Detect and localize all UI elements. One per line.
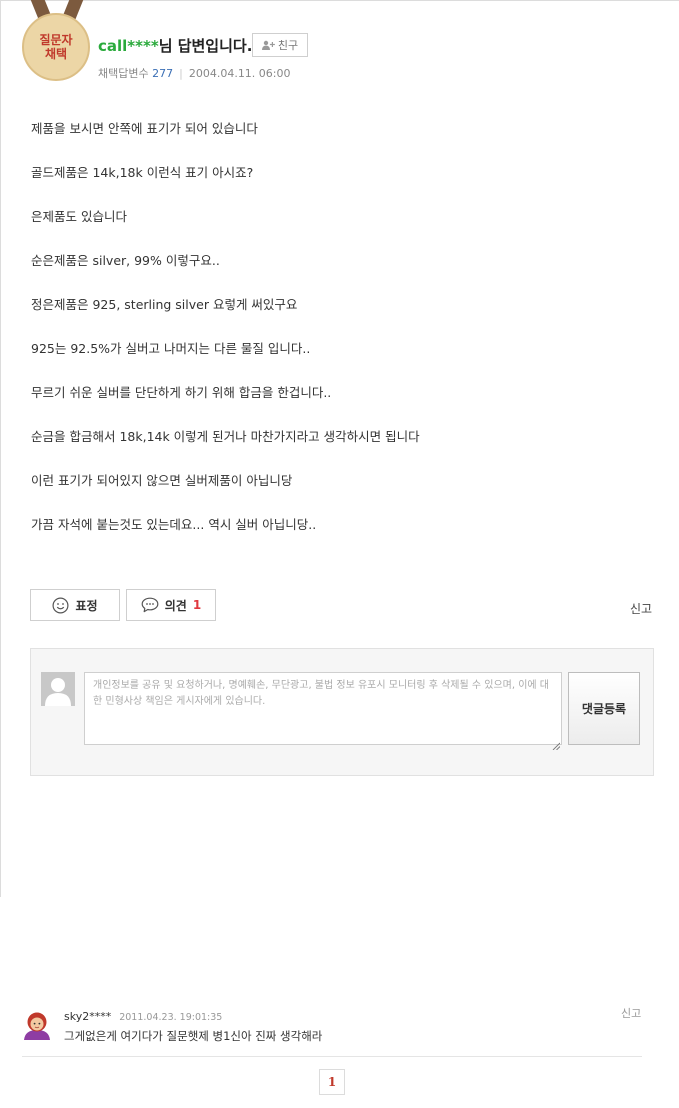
answer-meta: 채택답변수 277 | 2004.04.11. 06:00 [98, 65, 291, 81]
answer-paragraph: 제품을 보시면 안쪽에 표기가 되어 있습니다 [31, 121, 258, 136]
answer-paragraph: 925는 92.5%가 실버고 나머지는 다른 물질 입니다.. [31, 341, 311, 356]
answer-paragraph: 이런 표기가 되어있지 않으면 실버제품이 아닙니당 [31, 473, 293, 488]
report-link[interactable]: 신고 [630, 600, 652, 617]
badge-line1: 질문자 [39, 33, 73, 47]
reply-report-link[interactable]: 신고 [621, 1005, 641, 1021]
frame-left-border [0, 0, 1, 897]
meta-separator: | [179, 67, 183, 80]
comment-form: 개인정보를 공유 및 요청하거나, 명예훼손, 무단광고, 불법 정보 유포시 … [30, 648, 654, 776]
answer-paragraph: 가끔 자석에 붙는것도 있는데요... 역시 실버 아닙니당.. [31, 517, 317, 532]
expression-button[interactable]: 표정 [30, 589, 120, 621]
page-number-button[interactable]: 1 [319, 1069, 345, 1095]
reply-meta: sky2**** 2011.04.23. 19:01:35 [64, 1010, 222, 1023]
reply-divider [22, 1056, 642, 1057]
comment-submit-button[interactable]: 댓글등록 [568, 672, 640, 745]
answer-paragraph: 은제품도 있습니다 [31, 209, 127, 224]
answer-paragraph: 정은제품은 925, sterling silver 요렇게 써있구요 [31, 297, 298, 312]
answer-paragraph: 골드제품은 14k,18k 이런식 표기 아시죠? [31, 165, 254, 180]
opinion-count: 1 [192, 598, 202, 612]
speech-bubble-icon [141, 597, 159, 613]
answerer-id[interactable]: call**** [98, 37, 159, 55]
smiley-icon [52, 596, 69, 614]
answer-title: call****님 답변입니다. [98, 35, 252, 56]
badge-line2: 채택 [44, 47, 68, 61]
reply-time: 2011.04.23. 19:01:35 [119, 1012, 223, 1023]
frame-top-border [0, 0, 679, 1]
adopted-label: 채택답변수 [98, 67, 149, 80]
questioner-adopted-badge: 질문자 채택 [22, 13, 90, 81]
answer-paragraph: 순은제품은 silver, 99% 이렇구요.. [31, 253, 220, 268]
comment-input[interactable]: 개인정보를 공유 및 요청하거나, 명예훼손, 무단광고, 불법 정보 유포시 … [84, 672, 562, 745]
answer-date: 2004.04.11. 06:00 [188, 67, 291, 80]
adopted-count: 277 [152, 67, 174, 80]
answer-paragraph: 무르기 쉬운 실버를 단단하게 하기 위해 합금을 한겁니다.. [31, 385, 332, 400]
opinion-label: 의견 [164, 598, 187, 613]
opinion-button[interactable]: 의견 1 [126, 589, 216, 621]
add-friend-label: 친구 [277, 39, 299, 52]
default-avatar-icon [41, 672, 75, 706]
answer-title-suffix: 님 답변입니다. [158, 37, 253, 55]
add-friend-button[interactable]: 친구 [252, 33, 308, 57]
answer-body: 제품을 보시면 안쪽에 표기가 되어 있습니다 골드제품은 14k,18k 이런… [31, 121, 651, 561]
comment-input-resize-handle[interactable] [552, 735, 561, 751]
add-person-icon [261, 40, 275, 50]
reply-avatar [22, 1010, 52, 1040]
answer-paragraph: 순금을 합금해서 18k,14k 이렇게 된거나 마찬가지라고 생각하시면 됩니… [31, 429, 420, 444]
reply-username[interactable]: sky2**** [64, 1010, 111, 1023]
reply-text: 그게없은게 여기다가 질문햇제 병1신아 진짜 생각해라 [64, 1029, 323, 1043]
expression-label: 표정 [75, 598, 98, 613]
